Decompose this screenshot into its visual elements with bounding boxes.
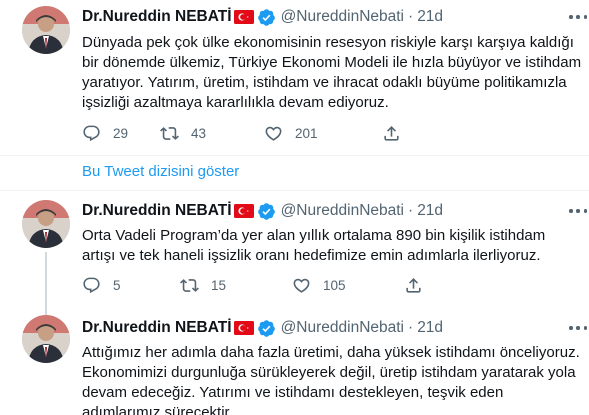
separator-dot: · bbox=[408, 202, 414, 219]
retweet-button[interactable]: 15 bbox=[180, 275, 226, 295]
timestamp[interactable]: 21d bbox=[417, 8, 443, 26]
tweet-header: Dr.Nureddin NEBATİ @NureddinNebati · 21d bbox=[82, 6, 443, 28]
timestamp[interactable]: 21d bbox=[417, 319, 443, 337]
verified-badge-icon bbox=[257, 8, 275, 26]
like-button[interactable]: 105 bbox=[292, 275, 346, 295]
turkey-flag-icon bbox=[233, 204, 254, 218]
tweet-header: Dr.Nureddin NEBATİ @NureddinNebati · 21d bbox=[82, 317, 443, 339]
share-icon bbox=[406, 277, 421, 293]
tweet-actions: 5 15 105 bbox=[82, 275, 502, 295]
author-handle[interactable]: @NureddinNebati bbox=[281, 8, 404, 26]
author-handle[interactable]: @NureddinNebati bbox=[281, 319, 404, 337]
heart-icon bbox=[293, 278, 310, 293]
tweet-text: Orta Vadeli Program’da yer alan yıllık o… bbox=[82, 227, 546, 264]
share-button[interactable] bbox=[404, 275, 423, 295]
tweet-3[interactable]: Dr.Nureddin NEBATİ @NureddinNebati · 21d… bbox=[0, 305, 589, 415]
turkey-flag-icon bbox=[233, 10, 254, 24]
more-options-icon[interactable] bbox=[569, 202, 587, 220]
turkey-flag-icon bbox=[233, 321, 254, 335]
like-count: 105 bbox=[323, 277, 346, 293]
avatar[interactable] bbox=[22, 6, 70, 54]
reply-count: 5 bbox=[113, 277, 121, 293]
tweet-actions: 29 43 201 bbox=[82, 123, 502, 143]
author-name[interactable]: Dr.Nureddin NEBATİ bbox=[82, 8, 232, 26]
retweet-icon bbox=[160, 126, 179, 140]
reply-button[interactable]: 5 bbox=[82, 275, 121, 295]
tweet-header: Dr.Nureddin NEBATİ @NureddinNebati · 21d bbox=[82, 200, 443, 222]
more-options-icon[interactable] bbox=[569, 8, 587, 26]
share-button[interactable] bbox=[382, 123, 401, 143]
verified-badge-icon bbox=[257, 319, 275, 337]
profile-photo-icon bbox=[22, 6, 70, 54]
reply-icon bbox=[83, 277, 100, 293]
timestamp[interactable]: 21d bbox=[417, 202, 443, 220]
show-thread-link[interactable]: Bu Tweet dizisini göster bbox=[82, 163, 239, 180]
profile-photo-icon bbox=[22, 200, 70, 248]
tweet-1[interactable]: Dr.Nureddin NEBATİ @NureddinNebati · 21d… bbox=[0, 0, 589, 150]
avatar[interactable] bbox=[22, 200, 70, 248]
tweet-2[interactable]: Dr.Nureddin NEBATİ @NureddinNebati · 21d… bbox=[0, 190, 589, 305]
profile-photo-icon bbox=[22, 315, 70, 363]
verified-badge-icon bbox=[257, 202, 275, 220]
thread-connector bbox=[45, 305, 47, 315]
thread-connector bbox=[45, 252, 47, 305]
more-options-icon[interactable] bbox=[569, 319, 587, 337]
divider bbox=[0, 155, 589, 156]
separator-dot: · bbox=[408, 8, 414, 25]
heart-icon bbox=[265, 126, 282, 141]
reply-count: 29 bbox=[113, 125, 129, 141]
author-handle[interactable]: @NureddinNebati bbox=[281, 202, 404, 220]
reply-button[interactable]: 29 bbox=[82, 123, 128, 143]
tweet-text: Dünyada pek çok ülke ekonomisinin resesy… bbox=[82, 34, 582, 111]
author-name[interactable]: Dr.Nureddin NEBATİ bbox=[82, 319, 232, 337]
retweet-icon bbox=[180, 278, 199, 292]
avatar[interactable] bbox=[22, 315, 70, 363]
retweet-count: 43 bbox=[191, 125, 207, 141]
share-icon bbox=[384, 125, 399, 141]
separator-dot: · bbox=[408, 319, 414, 336]
like-count: 201 bbox=[295, 125, 318, 141]
retweet-button[interactable]: 43 bbox=[160, 123, 206, 143]
retweet-count: 15 bbox=[211, 277, 227, 293]
tweet-text: Attığımız her adımla daha fazla üretimi,… bbox=[82, 344, 580, 415]
like-button[interactable]: 201 bbox=[264, 123, 318, 143]
reply-icon bbox=[83, 125, 100, 141]
author-name[interactable]: Dr.Nureddin NEBATİ bbox=[82, 202, 232, 220]
